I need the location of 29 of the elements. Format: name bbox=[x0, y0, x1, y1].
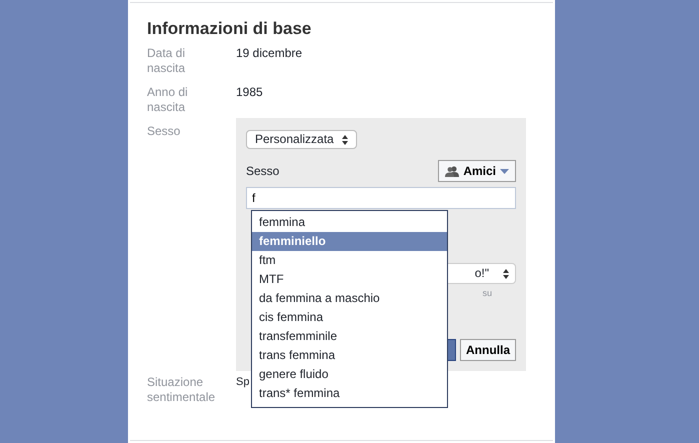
suggestion-item[interactable]: femmina bbox=[252, 213, 447, 232]
suggestion-item[interactable]: transfemminile bbox=[252, 327, 447, 346]
field-value: Sp bbox=[236, 375, 250, 390]
audience-button[interactable]: Amici bbox=[438, 160, 516, 182]
up-down-arrows-icon bbox=[503, 268, 509, 278]
people-icon bbox=[445, 166, 460, 176]
gender-input[interactable]: f bbox=[246, 187, 516, 209]
up-down-arrows-icon bbox=[342, 134, 348, 144]
hint-text: su bbox=[482, 287, 492, 300]
field-label: Sesso bbox=[147, 124, 182, 140]
suggestion-item[interactable]: ftm bbox=[252, 251, 447, 270]
suggestion-item[interactable]: MTF bbox=[252, 270, 447, 289]
suggestion-item[interactable]: genere fluido bbox=[252, 365, 447, 384]
field-label: Data di nascita bbox=[147, 46, 186, 76]
pronoun-select[interactable]: o!" bbox=[446, 263, 516, 284]
suggestion-item[interactable]: trans femmina bbox=[252, 346, 447, 365]
field-label: Sesso bbox=[246, 164, 280, 178]
suggestion-item[interactable]: cis femmina bbox=[252, 308, 447, 327]
field-value: 1985 bbox=[236, 85, 263, 101]
field-label: Anno di nascita bbox=[147, 85, 189, 115]
suggestion-item[interactable]: da femmina a maschio bbox=[252, 289, 447, 308]
gender-select[interactable]: Personalizzata bbox=[246, 130, 357, 149]
cancel-button[interactable]: Annulla bbox=[460, 339, 516, 361]
section-title: Informazioni di base bbox=[147, 18, 312, 40]
suggestion-item[interactable]: trans* femmina bbox=[252, 384, 447, 403]
field-label: Situazione sentimentale bbox=[147, 375, 216, 405]
caret-icon bbox=[500, 168, 509, 174]
field-value: 19 dicembre bbox=[236, 46, 302, 62]
suggestion-item[interactable]: femminiello bbox=[252, 232, 447, 251]
